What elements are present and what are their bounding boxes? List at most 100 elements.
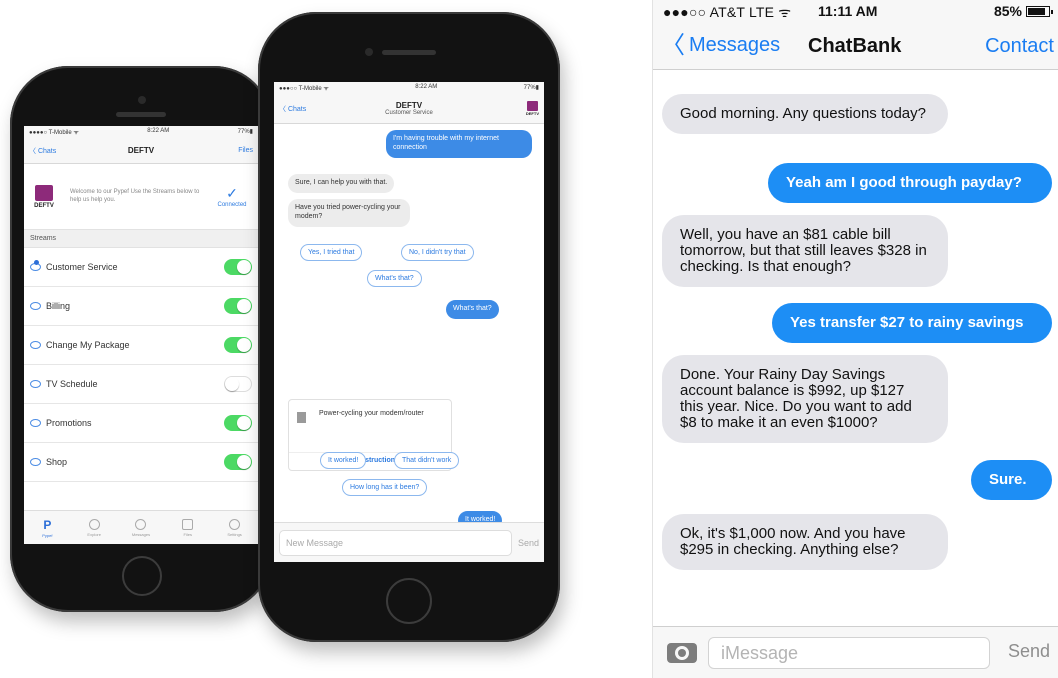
send-button[interactable]: Send	[518, 538, 539, 548]
message-bubble-incoming: Ok, it's $1,000 now. And you have $295 i…	[662, 514, 948, 570]
pypef-icon: P	[43, 517, 52, 532]
connected-status: ✓ Connected	[212, 185, 252, 208]
conversation-title: ChatBank	[808, 35, 902, 57]
toggle-switch[interactable]	[224, 454, 252, 470]
search-icon	[88, 518, 100, 530]
contact-button[interactable]: Contact	[985, 35, 1054, 58]
stream-label: TV Schedule	[46, 379, 98, 389]
tab-pypef[interactable]: P Pypef	[32, 518, 62, 538]
tab-label: Pypef	[42, 532, 53, 538]
message-bubble-incoming: Good morning. Any questions today?	[662, 94, 948, 134]
carrier-label: ●●●○○ T-Mobile ᯤ	[279, 86, 329, 92]
deftv-logo: DEFTV	[30, 179, 58, 215]
stream-row-billing[interactable]: Billing	[24, 287, 258, 326]
status-bar: ●●●○○ T-Mobile ᯤ 8:22 AM 77%▮	[274, 82, 544, 94]
stream-row-shop[interactable]: Shop	[24, 443, 258, 482]
toggle-switch[interactable]	[224, 259, 252, 275]
send-button[interactable]: Send	[1008, 641, 1050, 662]
nav-bar: 〈 Chats DEFTV Files	[24, 138, 258, 164]
front-camera	[138, 96, 146, 104]
message-bubble-outgoing: Sure.	[971, 460, 1052, 500]
home-button[interactable]	[386, 578, 432, 624]
message-bubble-outgoing: I'm having trouble with my internet conn…	[386, 130, 532, 158]
back-button[interactable]: 〈 Messages	[661, 33, 781, 57]
files-icon	[182, 518, 194, 530]
toggle-switch[interactable]	[224, 337, 252, 353]
imessage-screen: ●●●○○ AT&T LTE ᯤ 11:11 AM 85% 〈 Messages…	[652, 0, 1058, 678]
battery-label: 77%▮	[237, 129, 253, 135]
stream-row-customer-service[interactable]: Customer Service	[24, 248, 258, 287]
carrier-label: ●●●●○ T-Mobile ᯤ	[29, 130, 79, 136]
toggle-switch[interactable]	[224, 298, 252, 314]
chat-icon	[135, 518, 147, 530]
stream-row-change-package[interactable]: Change My Package	[24, 326, 258, 365]
battery-icon	[1026, 5, 1053, 17]
stream-row-promotions[interactable]: Promotions	[24, 404, 258, 443]
quick-reply-button[interactable]: No, I didn't try that	[401, 244, 474, 261]
chat-bubble-icon	[30, 419, 41, 427]
connected-label: Connected	[217, 202, 247, 208]
time-label: 8:22 AM	[415, 84, 438, 90]
battery-percent: 85%	[993, 3, 1022, 19]
tab-bar: P Pypef Explore Messages Files Settings	[24, 510, 258, 544]
time-label: 8:22 AM	[147, 128, 170, 134]
message-bubble-incoming: Done. Your Rainy Day Savings account bal…	[662, 355, 948, 443]
card-title: Power-cycling your modem/router	[319, 410, 424, 417]
message-bubble-outgoing: What's that?	[446, 300, 499, 319]
battery-indicator: 85%	[993, 3, 1053, 19]
nav-title-block: DEFTV Customer Service	[385, 101, 433, 116]
message-input[interactable]: New Message	[279, 529, 512, 556]
check-icon: ✓	[226, 185, 238, 201]
phone-mockup-streams: ●●●●○ T-Mobile ᯤ 8:22 AM 77%▮ 〈 Chats DE…	[10, 66, 272, 612]
tab-settings[interactable]: Settings	[220, 518, 250, 537]
composer-bar: New Message Send	[274, 522, 544, 562]
nav-subtitle: Customer Service	[385, 110, 433, 116]
stream-list: Customer Service Billing Change My Packa…	[24, 248, 258, 482]
quick-reply-button[interactable]: Yes, I tried that	[300, 244, 363, 261]
tab-files[interactable]: Files	[173, 518, 203, 537]
front-camera	[365, 48, 373, 56]
composer-bar: iMessage Send	[653, 626, 1058, 678]
time-label: 11:11 AM	[818, 3, 878, 19]
back-label: Messages	[689, 34, 781, 56]
back-button[interactable]: 〈 Chats	[279, 104, 306, 114]
toggle-switch[interactable]	[224, 376, 252, 392]
quick-reply-button[interactable]: What's that?	[367, 270, 422, 287]
stream-label: Customer Service	[46, 262, 118, 272]
chat-bubble-icon	[30, 302, 41, 310]
message-bubble-outgoing: Yes transfer $27 to rainy savings	[772, 303, 1052, 343]
message-bubble-outgoing: Yeah am I good through payday?	[768, 163, 1052, 203]
nav-title: DEFTV	[127, 146, 155, 155]
stream-label: Billing	[46, 301, 71, 311]
tab-label: Settings	[227, 531, 242, 537]
camera-icon[interactable]	[667, 643, 697, 663]
imessage-input[interactable]: iMessage	[708, 637, 990, 669]
welcome-text: Welcome to our Pypef Use the Streams bel…	[70, 189, 200, 203]
message-bubble-incoming: Well, you have an $81 cable bill tomorro…	[662, 215, 948, 287]
stream-label: Promotions	[46, 418, 92, 428]
files-button[interactable]: Files	[238, 147, 253, 154]
quick-reply-button[interactable]: That didn't work	[394, 452, 460, 469]
quick-reply-button[interactable]: It worked!	[320, 452, 367, 469]
nav-bar: 〈 Chats DEFTV Customer Service DEFTV	[274, 94, 544, 124]
tab-messages[interactable]: Messages	[126, 518, 156, 537]
tv-icon	[526, 101, 538, 111]
logo-text: DEFTV	[525, 111, 539, 116]
message-bubble-incoming: Sure, I can help you with that.	[288, 174, 395, 193]
gear-icon	[229, 518, 241, 530]
document-icon	[297, 412, 306, 423]
status-bar: ●●●○○ AT&T LTE ᯤ 11:11 AM 85%	[653, 0, 1058, 24]
chat-screen: ●●●○○ T-Mobile ᯤ 8:22 AM 77%▮ 〈 Chats DE…	[274, 82, 544, 562]
back-button[interactable]: 〈 Chats	[29, 146, 56, 156]
chat-bubble-icon	[30, 380, 41, 388]
section-header-streams: Streams	[24, 230, 258, 248]
stream-row-tv-schedule[interactable]: TV Schedule	[24, 365, 258, 404]
home-button[interactable]	[122, 556, 162, 596]
toggle-switch[interactable]	[224, 415, 252, 431]
quick-reply-button[interactable]: How long has it been?	[342, 479, 428, 496]
tab-explore[interactable]: Explore	[79, 518, 109, 537]
tab-label: Files	[183, 531, 192, 537]
nav-title: DEFTV	[395, 101, 423, 110]
streams-screen: ●●●●○ T-Mobile ᯤ 8:22 AM 77%▮ 〈 Chats DE…	[24, 126, 258, 544]
message-bubble-incoming: Have you tried power-cycling your modem?	[288, 199, 410, 227]
